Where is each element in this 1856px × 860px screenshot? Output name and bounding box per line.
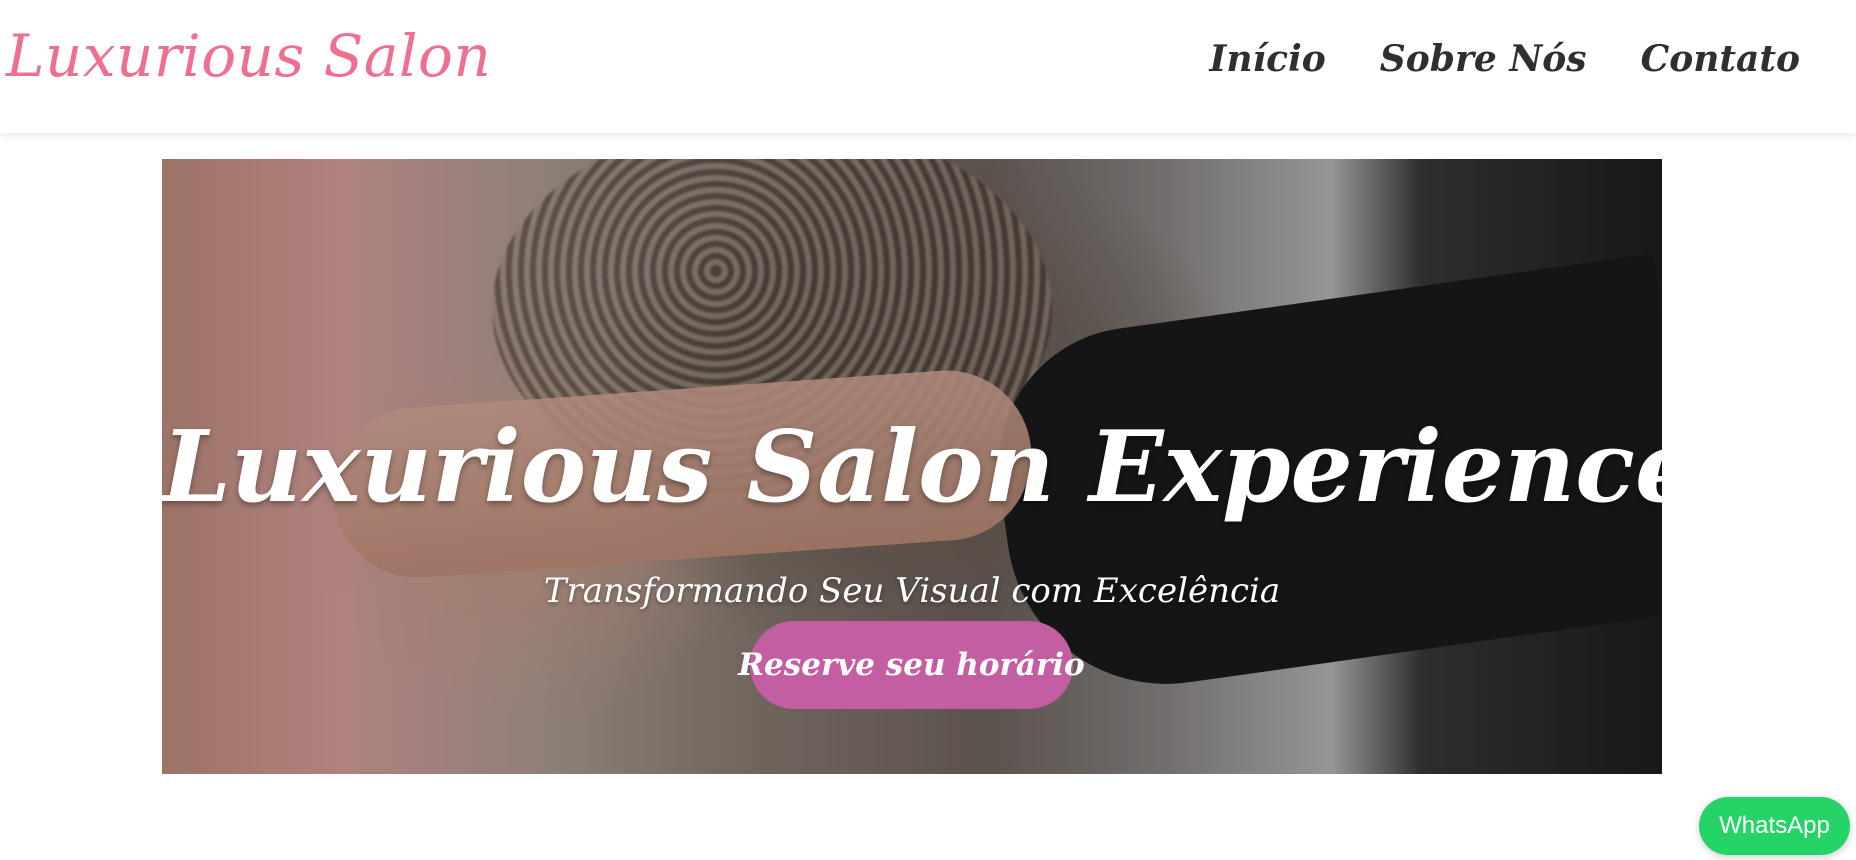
- main-nav: Início Sobre Nós Contato: [1209, 38, 1800, 80]
- site-logo[interactable]: Luxurious Salon: [6, 22, 491, 90]
- site-header: Luxurious Salon Início Sobre Nós Contato: [0, 0, 1856, 133]
- nav-link-contato[interactable]: Contato: [1641, 38, 1800, 80]
- nav-link-sobre-nos[interactable]: Sobre Nós: [1380, 38, 1587, 80]
- whatsapp-button[interactable]: WhatsApp: [1699, 797, 1850, 855]
- hero-banner: Luxurious Salon Experience Transformando…: [162, 159, 1662, 774]
- reserve-button[interactable]: Reserve seu horário: [738, 621, 1085, 709]
- nav-link-inicio[interactable]: Início: [1209, 38, 1325, 80]
- hero-subtitle: Transformando Seu Visual com Excelência: [543, 571, 1281, 611]
- hero-title: Luxurious Salon Experience: [162, 409, 1662, 525]
